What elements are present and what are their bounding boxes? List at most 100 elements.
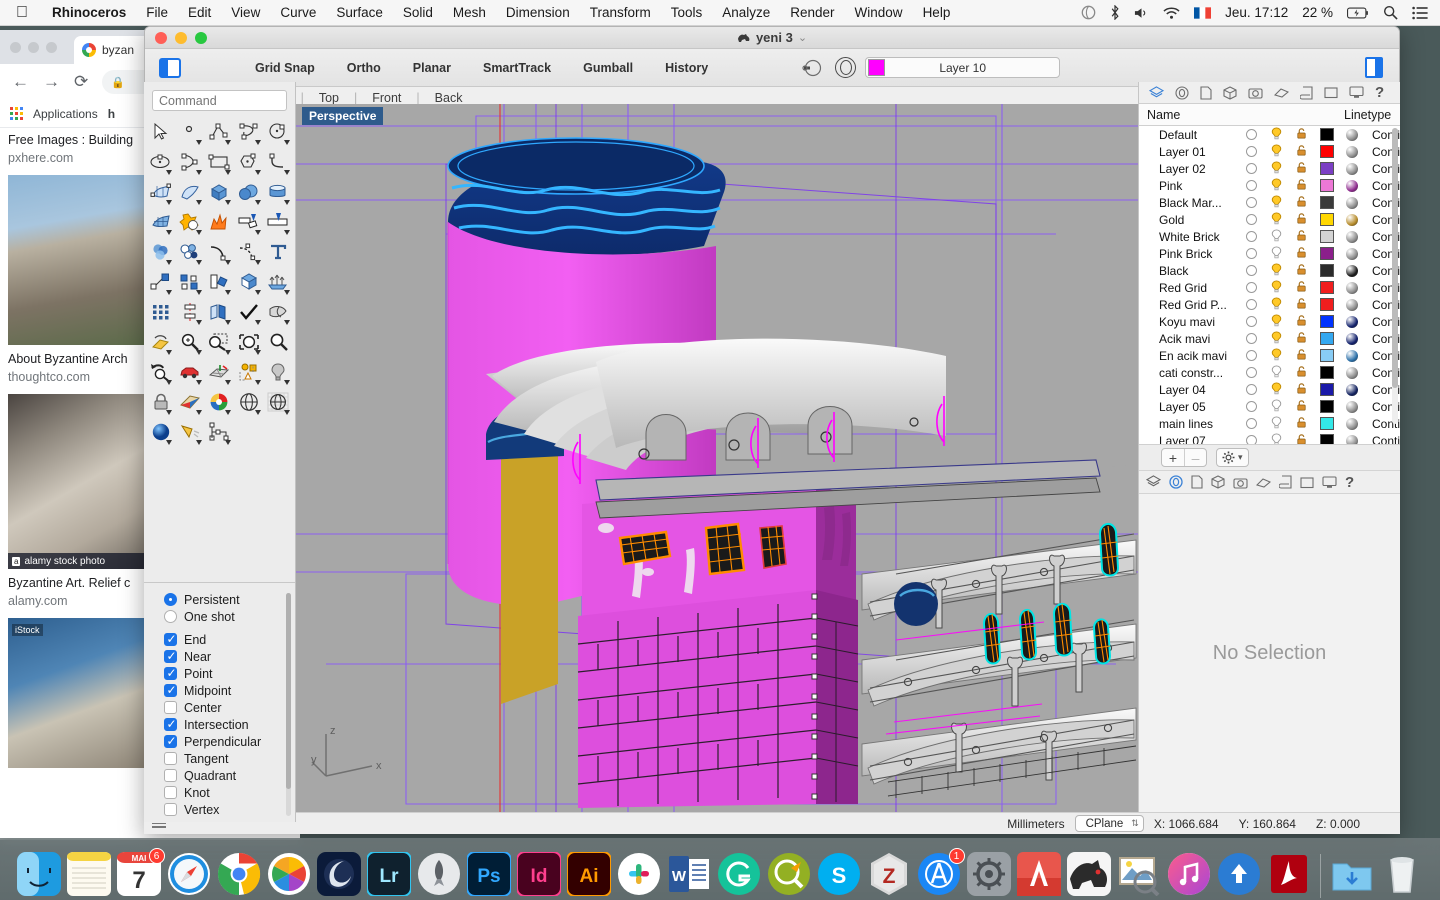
layer-name[interactable]: cati constr... <box>1139 366 1239 380</box>
menu-curve[interactable]: Curve <box>270 5 326 20</box>
cplane-selector[interactable]: CPlane ⇅ <box>1075 815 1144 832</box>
layer-row[interactable]: Default Conti <box>1139 126 1400 143</box>
color-swatch[interactable] <box>1320 264 1334 277</box>
tool-rectangle[interactable] <box>205 147 234 177</box>
tool-fillet[interactable] <box>264 147 293 177</box>
layer-lock-toggle[interactable] <box>1289 178 1314 194</box>
osnap-quadrant[interactable]: Quadrant <box>144 767 295 784</box>
layer-name[interactable]: Default <box>1139 128 1239 142</box>
osnap-center[interactable]: Center <box>144 699 295 716</box>
color-swatch[interactable] <box>1320 332 1334 345</box>
material-sphere-icon[interactable] <box>1346 435 1358 445</box>
color-swatch[interactable] <box>1320 298 1334 311</box>
tool-cut-plane[interactable] <box>234 267 263 297</box>
osnap-perpendicular[interactable]: Perpendicular <box>144 733 295 750</box>
layer-current-toggle[interactable] <box>1239 384 1264 395</box>
current-layer-radio[interactable] <box>1246 418 1257 429</box>
layer-current-toggle[interactable] <box>1239 418 1264 429</box>
layer-color-cell[interactable] <box>1314 264 1339 277</box>
layer-current-toggle[interactable] <box>1239 282 1264 293</box>
osnap-midpoint[interactable]: Midpoint <box>144 682 295 699</box>
layer-color-cell[interactable] <box>1314 315 1339 328</box>
layer-name[interactable]: Layer 02 <box>1139 162 1239 176</box>
dock-item-downloads-folder[interactable] <box>1328 850 1376 898</box>
layer-name[interactable]: Layer 05 <box>1139 400 1239 414</box>
layer-material-cell[interactable] <box>1339 163 1364 175</box>
layer-lock-toggle[interactable] <box>1289 382 1314 398</box>
layer-name[interactable]: Black Mar... <box>1139 196 1239 210</box>
page-icon[interactable] <box>1200 86 1212 100</box>
tool-block-manager[interactable] <box>205 417 234 447</box>
notes-icon[interactable] <box>1279 475 1292 489</box>
checkbox-quadrant[interactable] <box>164 769 177 782</box>
layer-material-cell[interactable] <box>1339 265 1364 277</box>
material-sphere-icon[interactable] <box>1346 367 1358 379</box>
layer-color-cell[interactable] <box>1314 145 1339 158</box>
current-layer-radio[interactable] <box>1246 163 1257 174</box>
tool-scale[interactable] <box>146 267 175 297</box>
current-layer-radio[interactable] <box>1246 231 1257 242</box>
layer-lock-toggle[interactable] <box>1289 297 1314 313</box>
layer-visibility-toggle[interactable] <box>1264 280 1289 296</box>
current-layer-radio[interactable] <box>1246 180 1257 191</box>
layer-material-cell[interactable] <box>1339 435 1364 445</box>
current-layer-radio[interactable] <box>1246 350 1257 361</box>
layer-color-cell[interactable] <box>1314 230 1339 243</box>
layer-name[interactable]: Pink Brick <box>1139 247 1239 261</box>
layer-name[interactable]: Koyu mavi <box>1139 315 1239 329</box>
material-sphere-icon[interactable] <box>1346 231 1358 243</box>
toggle-smarttrack[interactable]: SmartTrack <box>467 61 567 75</box>
layer-row[interactable]: Pink Conti <box>1139 177 1400 194</box>
layer-name[interactable]: Black <box>1139 264 1239 278</box>
layer-visibility-toggle[interactable] <box>1264 144 1289 160</box>
layer-material-cell[interactable] <box>1339 282 1364 294</box>
layer-visibility-toggle[interactable] <box>1264 229 1289 245</box>
layer-visibility-toggle[interactable] <box>1264 178 1289 194</box>
dock-item-grammarly[interactable] <box>715 850 763 898</box>
browser-close-button[interactable] <box>10 42 21 53</box>
tool-text[interactable] <box>264 237 293 267</box>
dock-item-onedrive[interactable] <box>1215 850 1263 898</box>
tool-cylinder[interactable] <box>264 177 293 207</box>
layer-material-cell[interactable] <box>1339 418 1364 430</box>
layer-lock-toggle[interactable] <box>1289 246 1314 262</box>
radio-persistent[interactable] <box>164 593 177 606</box>
layer-current-toggle[interactable] <box>1239 350 1264 361</box>
material-sphere-icon[interactable] <box>1346 282 1358 294</box>
menu-render[interactable]: Render <box>780 5 844 20</box>
tab-top[interactable]: Top <box>311 91 347 105</box>
material-sphere-icon[interactable] <box>1346 214 1358 226</box>
toggle-grid-snap[interactable]: Grid Snap <box>239 61 331 75</box>
tool-zoom-in[interactable] <box>175 327 204 357</box>
color-swatch[interactable] <box>1320 162 1334 175</box>
layer-visibility-toggle[interactable] <box>1264 348 1289 364</box>
osnap-intersection[interactable]: Intersection <box>144 716 295 733</box>
tool-trim[interactable] <box>234 207 263 237</box>
checkbox-intersection[interactable] <box>164 718 177 731</box>
layer-visibility-toggle[interactable] <box>1264 331 1289 347</box>
dock-item-finder[interactable] <box>15 850 63 898</box>
checkbox-perpendicular[interactable] <box>164 735 177 748</box>
layer-list-scrollbar[interactable] <box>1392 128 1398 424</box>
tool-spotlight[interactable] <box>175 417 204 447</box>
menu-tools[interactable]: Tools <box>661 5 713 20</box>
menu-surface[interactable]: Surface <box>326 5 393 20</box>
layer-material-cell[interactable] <box>1339 146 1364 158</box>
current-layer-radio[interactable] <box>1246 401 1257 412</box>
layer-visibility-toggle[interactable] <box>1264 399 1289 415</box>
dock-item-preview[interactable] <box>1115 850 1163 898</box>
spotlight-search-icon[interactable] <box>1376 5 1405 20</box>
tool-offset-surfaces[interactable] <box>146 237 175 267</box>
chevron-down-icon[interactable]: ⌄ <box>798 31 807 44</box>
material-sphere-icon[interactable] <box>1346 401 1358 413</box>
layer-name[interactable]: Red Grid <box>1139 281 1239 295</box>
layer-color-cell[interactable] <box>1314 298 1339 311</box>
tool-sphere[interactable] <box>234 177 263 207</box>
color-swatch[interactable] <box>1320 400 1334 413</box>
color-swatch[interactable] <box>1320 366 1334 379</box>
layer-color-cell[interactable] <box>1314 383 1339 396</box>
toggle-history[interactable]: History <box>649 61 724 75</box>
layer-visibility-toggle[interactable] <box>1264 382 1289 398</box>
layer-name[interactable]: Layer 01 <box>1139 145 1239 159</box>
osnap-point[interactable]: Point <box>144 665 295 682</box>
